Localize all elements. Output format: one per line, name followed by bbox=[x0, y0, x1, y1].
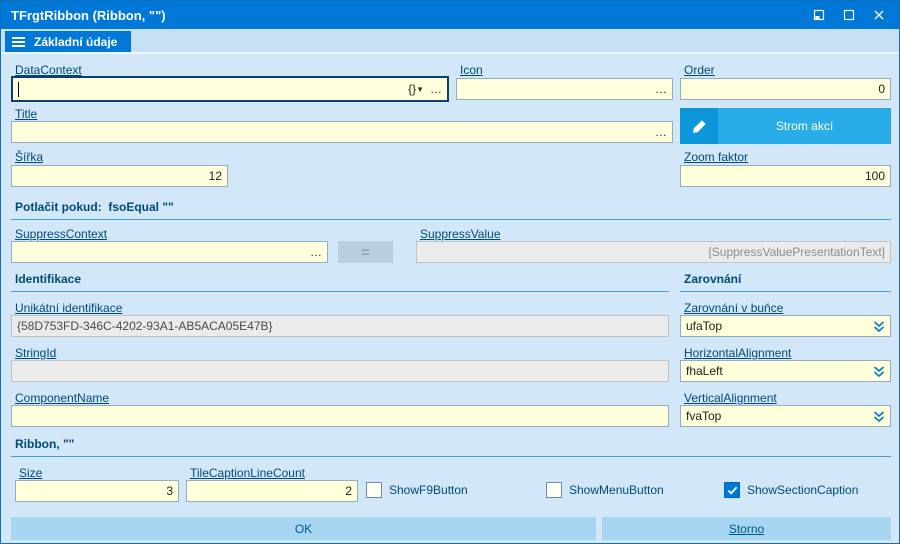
vertical-alignment-label: VerticalAlignment bbox=[684, 391, 777, 405]
suppress-section-header: Potlačit pokud: fsoEqual "" bbox=[11, 200, 891, 220]
action-tree-label: Strom akcí bbox=[775, 119, 834, 133]
width-label: Šířka bbox=[15, 150, 44, 164]
window-title: TFrgtRibbon (Ribbon, "") bbox=[11, 8, 166, 23]
checkbox-box[interactable] bbox=[366, 482, 382, 498]
checkbox-label: ShowF9Button bbox=[389, 483, 468, 497]
datacontext-field[interactable]: {}▼ … bbox=[11, 76, 449, 102]
size-label: Size bbox=[19, 466, 43, 480]
ok-button[interactable]: OK bbox=[11, 517, 596, 540]
zoom-value: 100 bbox=[864, 169, 885, 183]
braces-picker-icon[interactable]: {}▼ bbox=[408, 82, 424, 96]
checkmark-icon bbox=[727, 486, 737, 495]
stringid-field bbox=[11, 360, 669, 382]
tilecaptionlinecount-label: TileCaptionLineCount bbox=[190, 466, 305, 480]
zoom-field[interactable]: 100 bbox=[680, 165, 891, 187]
icon-field[interactable]: … bbox=[456, 78, 673, 100]
vertical-alignment-dropdown[interactable]: fvaTop bbox=[680, 405, 891, 427]
ribbon-section-header: Ribbon, "" bbox=[11, 437, 891, 457]
order-value: 0 bbox=[878, 82, 885, 96]
cell-alignment-value: ufaTop bbox=[686, 319, 723, 333]
text-caret bbox=[18, 81, 19, 97]
cell-alignment-label: Zarovnání v buňce bbox=[684, 301, 784, 315]
icon-label: Icon bbox=[460, 63, 483, 77]
checkbox-showf9button[interactable]: ShowF9Button bbox=[366, 482, 468, 498]
tilecaptionlinecount-value: 2 bbox=[345, 484, 352, 498]
suppressvalue-label: SuppressValue bbox=[420, 227, 501, 241]
order-field[interactable]: 0 bbox=[680, 78, 891, 100]
uniqueid-field: {58D753FD-346C-4202-93A1-AB5ACA05E47B} bbox=[11, 315, 669, 337]
ok-button-label: OK bbox=[294, 521, 313, 536]
width-value: 12 bbox=[208, 169, 222, 183]
checkbox-label: ShowSectionCaption bbox=[747, 483, 859, 497]
action-tree-button[interactable]: Strom akcí bbox=[680, 108, 891, 144]
zoom-label: Zoom faktor bbox=[684, 150, 749, 164]
chevron-down-icon[interactable] bbox=[873, 319, 885, 334]
cancel-button[interactable]: Storno bbox=[602, 517, 891, 540]
suppressvalue-field: [SuppressValuePresentationText] bbox=[416, 241, 891, 263]
order-label: Order bbox=[684, 63, 715, 77]
chevron-down-icon[interactable] bbox=[873, 364, 885, 379]
componentname-field[interactable] bbox=[11, 405, 669, 427]
size-field[interactable]: 3 bbox=[15, 480, 179, 502]
horizontal-alignment-value: fhaLeft bbox=[686, 364, 723, 378]
horizontal-alignment-label: HorizontalAlignment bbox=[684, 346, 792, 360]
tilecaptionlinecount-field[interactable]: 2 bbox=[186, 480, 358, 502]
width-field[interactable]: 12 bbox=[11, 165, 228, 187]
datacontext-ellipsis-button[interactable]: … bbox=[430, 82, 442, 96]
dock-window-icon[interactable] bbox=[809, 5, 829, 25]
equals-operator-button[interactable]: = bbox=[338, 241, 393, 263]
tab-zakladni-udaje[interactable]: Základní údaje bbox=[5, 31, 132, 52]
componentname-label: ComponentName bbox=[15, 391, 110, 405]
dialog-window: TFrgtRibbon (Ribbon, "") Základní údaje … bbox=[0, 0, 900, 544]
alignment-section-header: Zarovnání bbox=[680, 272, 891, 292]
tab-label: Základní údaje bbox=[34, 34, 118, 49]
horizontal-alignment-dropdown[interactable]: fhaLeft bbox=[680, 360, 891, 382]
tab-menu-icon[interactable] bbox=[12, 36, 25, 47]
checkbox-box[interactable] bbox=[546, 482, 562, 498]
checkbox-box[interactable] bbox=[724, 482, 740, 498]
suppresscontext-label: SuppressContext bbox=[15, 227, 108, 241]
uniqueid-label: Unikátní identifikace bbox=[15, 301, 123, 315]
uniqueid-value: {58D753FD-346C-4202-93A1-AB5ACA05E47B} bbox=[17, 319, 273, 333]
maximize-icon[interactable] bbox=[839, 5, 859, 25]
cell-alignment-dropdown[interactable]: ufaTop bbox=[680, 315, 891, 337]
suppresscontext-field[interactable]: … bbox=[11, 241, 328, 263]
close-icon[interactable] bbox=[869, 5, 889, 25]
vertical-alignment-value: fvaTop bbox=[686, 409, 722, 423]
checkbox-showmenubutton[interactable]: ShowMenuButton bbox=[546, 482, 664, 498]
identification-section-header: Identifikace bbox=[11, 272, 669, 292]
title-field[interactable]: … bbox=[11, 121, 673, 143]
size-value: 3 bbox=[166, 484, 173, 498]
suppressvalue-value: [SuppressValuePresentationText] bbox=[708, 245, 885, 259]
icon-ellipsis-button[interactable]: … bbox=[655, 82, 667, 96]
cancel-button-label: Storno bbox=[728, 521, 765, 536]
pencil-icon bbox=[680, 108, 718, 144]
title-label: Title bbox=[15, 107, 38, 121]
titlebar[interactable]: TFrgtRibbon (Ribbon, "") bbox=[1, 1, 899, 29]
tab-strip: Základní údaje bbox=[2, 29, 899, 54]
datacontext-label: DataContext bbox=[15, 63, 82, 77]
checkbox-showsectioncaption[interactable]: ShowSectionCaption bbox=[724, 482, 858, 498]
checkbox-label: ShowMenuButton bbox=[569, 483, 664, 497]
title-ellipsis-button[interactable]: … bbox=[655, 125, 667, 139]
stringid-label: StringId bbox=[15, 346, 57, 360]
suppresscontext-ellipsis-button[interactable]: … bbox=[310, 245, 322, 259]
chevron-down-icon[interactable] bbox=[873, 409, 885, 424]
